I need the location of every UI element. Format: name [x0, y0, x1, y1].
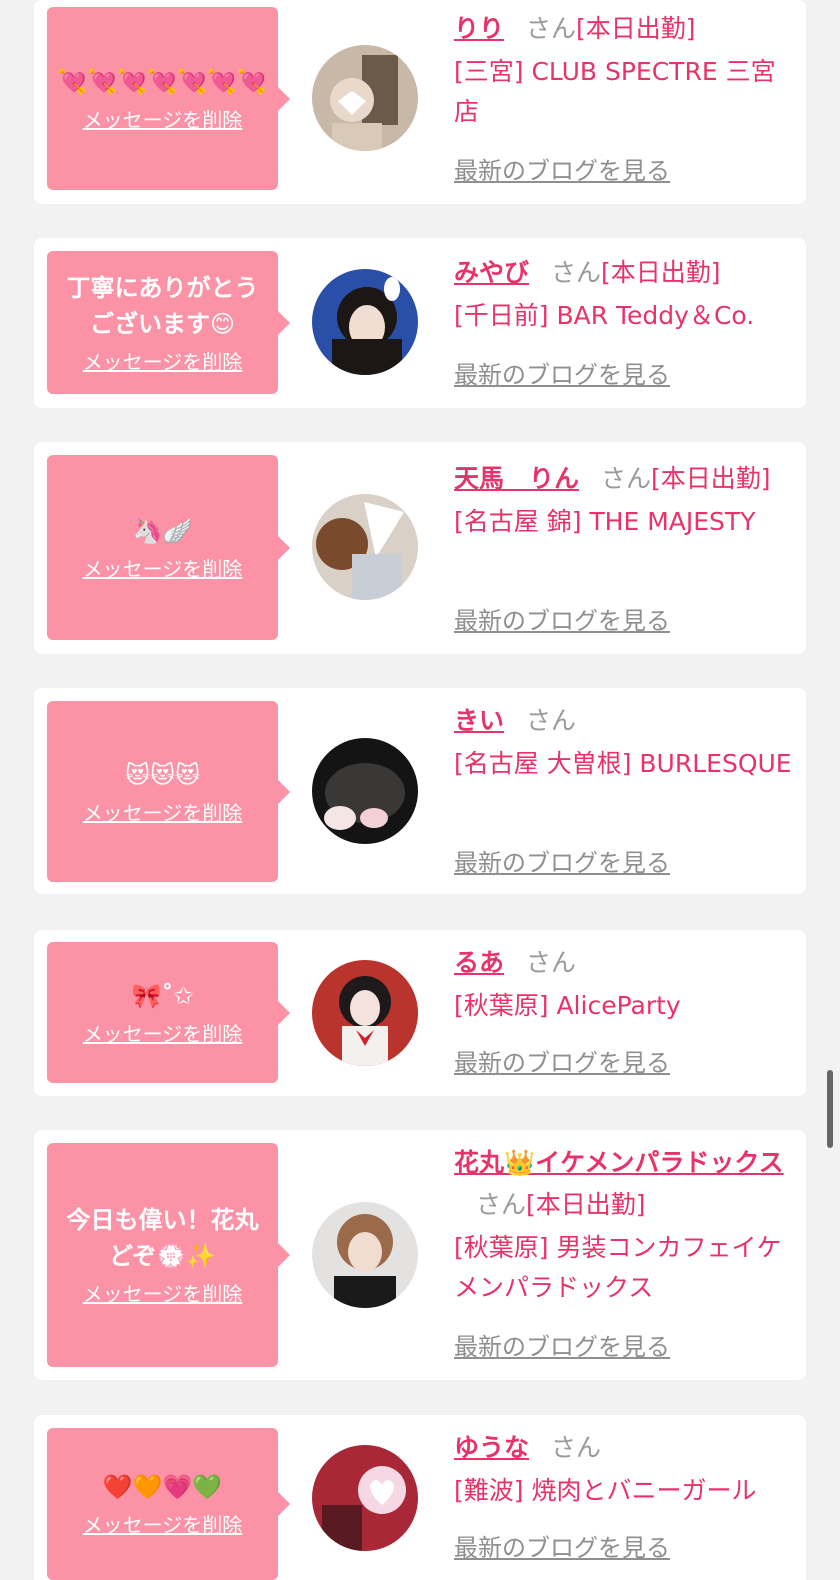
- cast-info: 花丸👑イケメンパラドックスさん[本日出勤] [秋葉原] 男装コンカフェイケメンパ…: [454, 1142, 794, 1308]
- cast-info: 天馬 りん さん[本日出勤] [名古屋 錦] THE MAJESTY: [454, 458, 794, 542]
- delete-message-link[interactable]: メッセージを削除: [83, 799, 243, 827]
- message-bubble: 🎀˚✩ メッセージを削除: [47, 942, 290, 1083]
- cast-name-link[interactable]: 花丸👑イケメンパラドックス: [454, 1148, 784, 1177]
- honorific: さん: [601, 464, 652, 493]
- latest-blog-link[interactable]: 最新のブログを見る: [454, 1048, 670, 1078]
- delete-message-link[interactable]: メッセージを削除: [83, 348, 243, 376]
- cast-name-link[interactable]: きい: [454, 706, 504, 735]
- honorific: さん: [526, 14, 577, 43]
- message-bubble: 今日も偉い！花丸どぞ💮✨ メッセージを削除: [47, 1143, 290, 1367]
- shop-name: [名古屋 大曽根] BURLESQUE: [454, 749, 792, 778]
- message-card: 🦄🪽 メッセージを削除 天馬 りん さん[本日出勤] [名古屋 錦] THE MA…: [34, 442, 806, 654]
- message-bubble: 丁寧にありがとうございます😊 メッセージを削除: [47, 251, 290, 394]
- delete-message-link[interactable]: メッセージを削除: [83, 1280, 243, 1308]
- honorific: さん: [551, 1433, 602, 1462]
- delete-message-link[interactable]: メッセージを削除: [83, 106, 243, 134]
- message-text: ❤️🧡💗💚: [102, 1473, 223, 1501]
- cast-info: きい さん [名古屋 大曽根] BURLESQUE: [454, 700, 794, 784]
- message-card: 💘💘💘💘💘💘💘 メッセージを削除 りり さん[本日出勤] [三宮] CLUB SP…: [34, 0, 806, 204]
- scrollbar[interactable]: [827, 1070, 833, 1148]
- cast-name-link[interactable]: るあ: [454, 948, 504, 977]
- latest-blog-link[interactable]: 最新のブログを見る: [454, 156, 670, 186]
- message-bubble: ❤️🧡💗💚 メッセージを削除: [47, 1428, 290, 1580]
- latest-blog-link[interactable]: 最新のブログを見る: [454, 606, 670, 636]
- avatar[interactable]: [312, 960, 418, 1066]
- cast-info: ゆうな さん [難波] 焼肉とバニーガール: [454, 1427, 794, 1511]
- cast-name-link[interactable]: みやび: [454, 258, 529, 287]
- message-bubble: 🦄🪽 メッセージを削除: [47, 455, 290, 640]
- message-text: 🦄🪽: [132, 516, 193, 545]
- avatar[interactable]: [312, 1202, 418, 1308]
- shop-name: [難波] 焼肉とバニーガール: [454, 1476, 757, 1505]
- message-text: 🎀˚✩: [131, 981, 194, 1010]
- delete-message-link[interactable]: メッセージを削除: [83, 555, 243, 583]
- message-card: 丁寧にありがとうございます😊 メッセージを削除 みやび さん[本日出勤] [千日前…: [34, 238, 806, 408]
- cast-info: りり さん[本日出勤] [三宮] CLUB SPECTRE 三宮店: [454, 8, 794, 132]
- on-duty-badge: [本日出勤]: [576, 14, 696, 43]
- honorific: さん: [526, 706, 577, 735]
- shop-name: [千日前] BAR Teddy＆Co.: [454, 301, 755, 330]
- message-card: 🎀˚✩ メッセージを削除 るあ さん [秋葉原] AliceParty 最新のブロ…: [34, 930, 806, 1096]
- cast-info: るあ さん [秋葉原] AliceParty: [454, 942, 794, 1026]
- message-bubble: 😻😻😻 メッセージを削除: [47, 701, 290, 882]
- message-text: 丁寧にありがとうございます😊: [66, 273, 259, 338]
- avatar[interactable]: [312, 269, 418, 375]
- on-duty-badge: [本日出勤]: [651, 464, 771, 493]
- avatar[interactable]: [312, 494, 418, 600]
- latest-blog-link[interactable]: 最新のブログを見る: [454, 1332, 670, 1362]
- shop-name: [名古屋 錦] THE MAJESTY: [454, 507, 756, 536]
- shop-name: [秋葉原] AliceParty: [454, 991, 681, 1020]
- honorific: さん: [551, 258, 602, 287]
- message-text: 今日も偉い！花丸どぞ💮✨: [66, 1206, 259, 1270]
- on-duty-badge: [本日出勤]: [601, 258, 721, 287]
- avatar[interactable]: [312, 45, 418, 151]
- avatar[interactable]: [312, 738, 418, 844]
- cast-name-link[interactable]: りり: [454, 14, 504, 43]
- latest-blog-link[interactable]: 最新のブログを見る: [454, 360, 670, 390]
- message-text: 💘💘💘💘💘💘💘: [57, 67, 268, 96]
- cast-name-link[interactable]: ゆうな: [454, 1433, 529, 1462]
- delete-message-link[interactable]: メッセージを削除: [83, 1511, 243, 1539]
- message-card: 今日も偉い！花丸どぞ💮✨ メッセージを削除 花丸👑イケメンパラドックスさん[本日…: [34, 1130, 806, 1380]
- on-duty-badge: [本日出勤]: [526, 1190, 646, 1219]
- message-card: ❤️🧡💗💚 メッセージを削除 ゆうな さん [難波] 焼肉とバニーガール 最新のブ…: [34, 1415, 806, 1580]
- cast-info: みやび さん[本日出勤] [千日前] BAR Teddy＆Co.: [454, 252, 794, 336]
- shop-name: [秋葉原] 男装コンカフェイケメンパラドックス: [454, 1233, 782, 1302]
- latest-blog-link[interactable]: 最新のブログを見る: [454, 1533, 670, 1563]
- avatar[interactable]: [312, 1445, 418, 1551]
- honorific: さん: [526, 948, 577, 977]
- latest-blog-link[interactable]: 最新のブログを見る: [454, 848, 670, 878]
- delete-message-link[interactable]: メッセージを削除: [83, 1020, 243, 1048]
- message-text: 😻😻😻: [124, 760, 201, 789]
- cast-name-link[interactable]: 天馬 りん: [454, 464, 579, 493]
- shop-name: [三宮] CLUB SPECTRE 三宮店: [454, 57, 776, 126]
- message-card: 😻😻😻 メッセージを削除 きい さん [名古屋 大曽根] BURLESQUE 最新…: [34, 688, 806, 894]
- message-bubble: 💘💘💘💘💘💘💘 メッセージを削除: [47, 7, 290, 190]
- honorific: さん: [476, 1190, 527, 1219]
